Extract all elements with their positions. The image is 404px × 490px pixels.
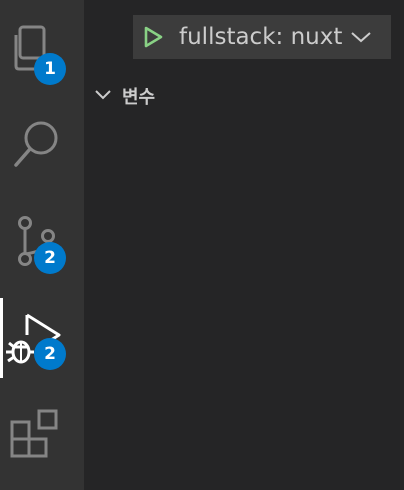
chevron-down-icon <box>95 90 111 100</box>
run-debug-badge: 2 <box>34 338 66 370</box>
debug-sidebar <box>84 0 404 490</box>
search-icon <box>14 121 58 167</box>
search-button[interactable] <box>0 103 84 183</box>
extensions-button[interactable] <box>0 398 84 478</box>
variables-section-title: 변수 <box>122 87 156 108</box>
debug-configuration-select[interactable]: fullstack: nuxt <box>179 15 342 59</box>
explorer-badge: 1 <box>34 53 66 85</box>
activity-bar: 1 2 2 <box>0 0 84 490</box>
source-control-badge: 2 <box>34 242 66 274</box>
run-debug-button[interactable]: 2 <box>0 298 84 378</box>
start-debugging-play-icon[interactable] <box>141 25 165 49</box>
source-control-button[interactable]: 2 <box>0 196 84 276</box>
variables-section-header[interactable]: 변수 <box>84 80 404 112</box>
explorer-button[interactable]: 1 <box>0 7 84 87</box>
extensions-icon <box>10 409 58 458</box>
chevron-down-icon[interactable] <box>349 29 373 45</box>
debug-toolbar: fullstack: nuxt <box>133 15 391 59</box>
